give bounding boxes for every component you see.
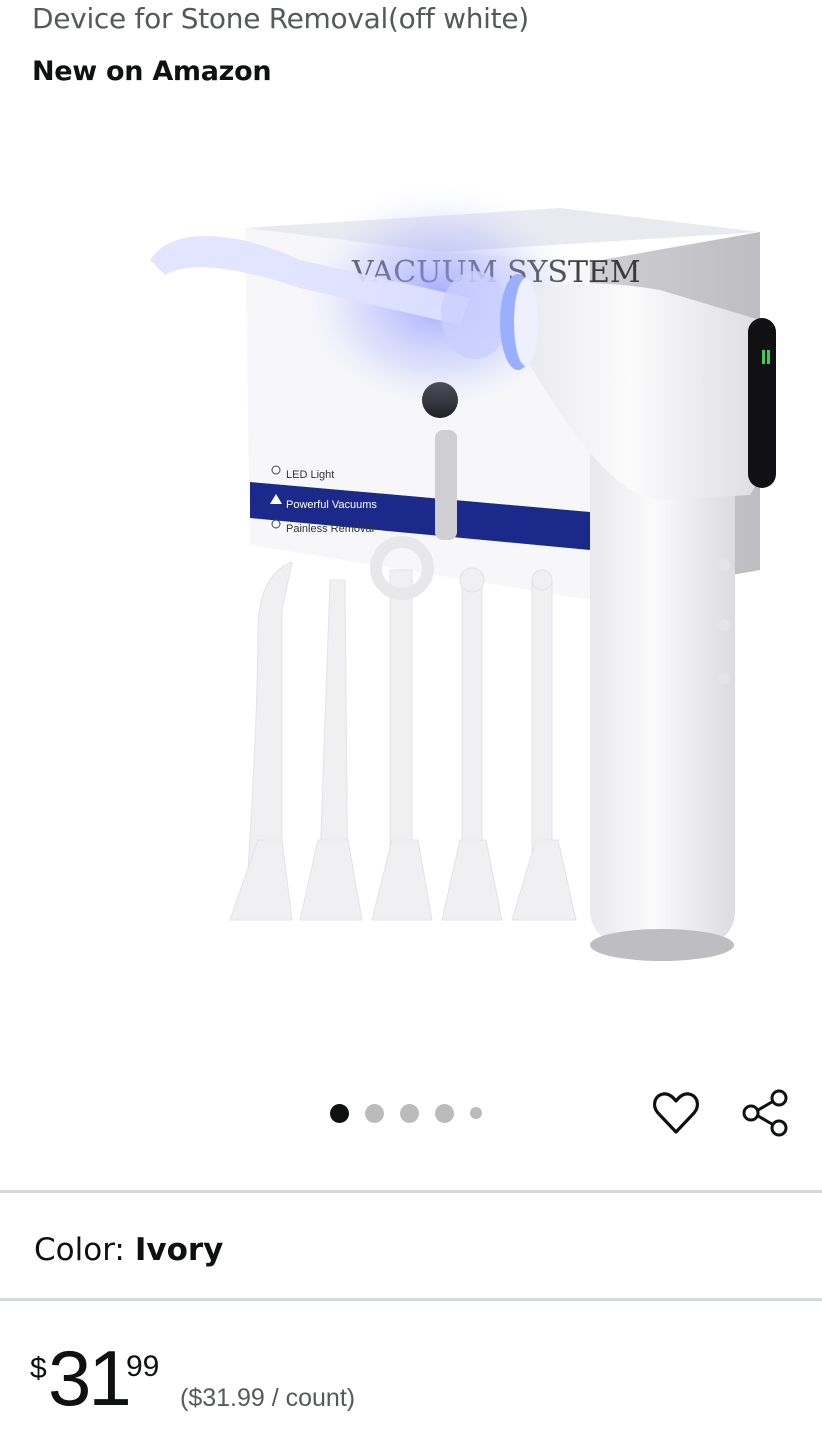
carousel-dot-1[interactable] — [330, 1103, 349, 1123]
price-whole: 31 — [48, 1334, 132, 1422]
divider — [0, 1298, 822, 1301]
carousel-dot-2[interactable] — [365, 1103, 384, 1123]
box-feature-1: LED Light — [286, 469, 334, 481]
device-display — [748, 318, 776, 488]
carousel-dot-3[interactable] — [400, 1103, 419, 1123]
share-icon[interactable] — [740, 1088, 790, 1138]
box-device-image — [435, 430, 457, 540]
image-carousel-dots[interactable] — [330, 1103, 482, 1123]
carousel-dot-4[interactable] — [435, 1103, 454, 1123]
carousel-dot-5[interactable] — [470, 1107, 482, 1119]
divider — [0, 1190, 822, 1193]
price-fraction: 99 — [126, 1350, 160, 1383]
new-on-amazon-badge: New on Amazon — [32, 56, 272, 87]
box-feature-3: Painless Removal — [286, 523, 374, 535]
brush-heads — [229, 536, 577, 921]
price-currency-symbol: $ — [30, 1352, 47, 1385]
color-label: Color: — [34, 1232, 125, 1268]
unit-price: ($31.99 / count) — [180, 1384, 356, 1412]
box-feature-2: Powerful Vacuums — [286, 499, 377, 511]
color-value: Ivory — [134, 1232, 224, 1268]
product-title: Device for Stone Removal(off white) — [32, 2, 529, 35]
product-image[interactable]: VACUUM SYSTEM LED Light Powerful Vacuums… — [0, 110, 822, 1060]
color-selector[interactable]: Color: Ivory — [34, 1232, 223, 1268]
heart-icon[interactable] — [651, 1088, 701, 1138]
